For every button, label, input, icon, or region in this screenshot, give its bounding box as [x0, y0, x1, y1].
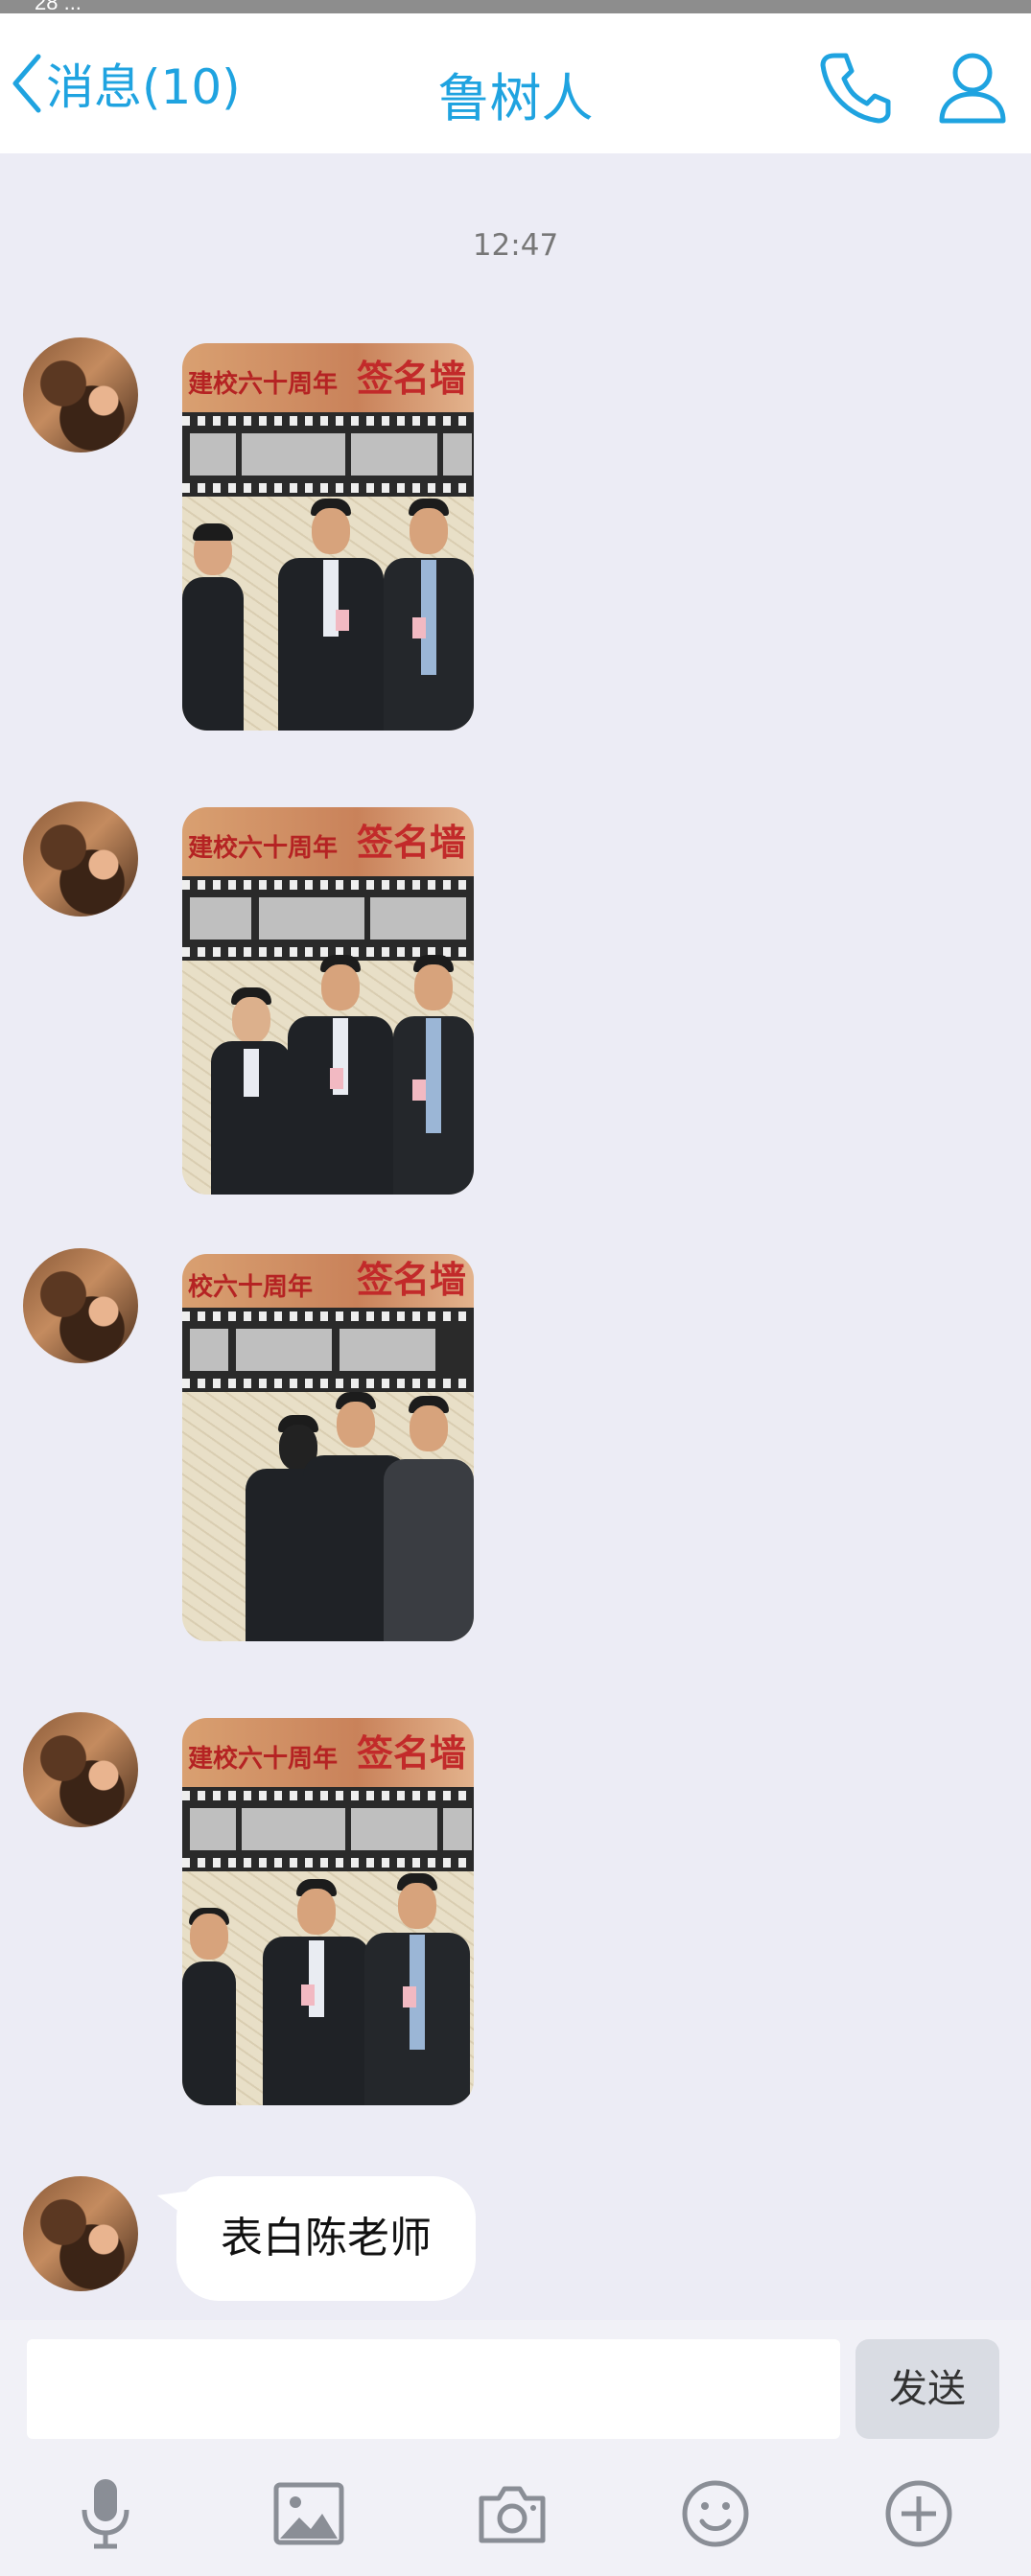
avatar[interactable]: [23, 2176, 138, 2291]
person-icon[interactable]: [934, 48, 1011, 128]
photo-banner-left: 建校六十周年: [188, 370, 339, 399]
back-button[interactable]: 消息(10): [10, 40, 241, 127]
microphone-icon[interactable]: [67, 2475, 144, 2552]
photo-banner-left: 建校六十周年: [188, 834, 339, 863]
emoji-icon[interactable]: [677, 2475, 754, 2552]
chevron-left-icon: [12, 54, 41, 113]
image-icon[interactable]: [270, 2475, 347, 2552]
camera-icon[interactable]: [474, 2475, 551, 2552]
photo-banner-right: 签名墙: [356, 358, 466, 400]
back-label: 消息(10): [46, 59, 241, 115]
image-bubble[interactable]: 建校六十周年 签名墙: [182, 343, 474, 731]
image-bubble[interactable]: 建校六十周年 签名墙: [182, 807, 474, 1195]
photo-banner-right: 签名墙: [356, 1732, 466, 1775]
photo-banner-left: 建校六十周年: [188, 1745, 339, 1774]
avatar[interactable]: [23, 801, 138, 917]
image-bubble[interactable]: 建校六十周年 签名墙: [182, 1718, 474, 2105]
message-input[interactable]: [27, 2339, 840, 2439]
nav-bar: 消息(10) 鲁树人: [0, 13, 1031, 153]
avatar[interactable]: [23, 1712, 138, 1827]
status-bar: 28 ...: [0, 0, 1031, 14]
phone-icon[interactable]: [817, 48, 894, 128]
photo-banner-left: 校六十周年: [188, 1273, 314, 1302]
photo-banner-right: 签名墙: [356, 822, 466, 864]
composer-toolbar: [0, 2454, 1031, 2576]
photo-banner-right: 签名墙: [356, 1259, 466, 1301]
message-timestamp: 12:47: [472, 228, 559, 263]
avatar[interactable]: [23, 337, 138, 453]
message-bubble[interactable]: 表白陈老师: [176, 2176, 476, 2301]
avatar[interactable]: [23, 1248, 138, 1363]
image-bubble[interactable]: 校六十周年 签名墙: [182, 1254, 474, 1641]
composer-bar: 发送: [0, 2320, 1031, 2454]
send-button[interactable]: 发送: [855, 2339, 999, 2439]
plus-icon[interactable]: [880, 2475, 957, 2552]
